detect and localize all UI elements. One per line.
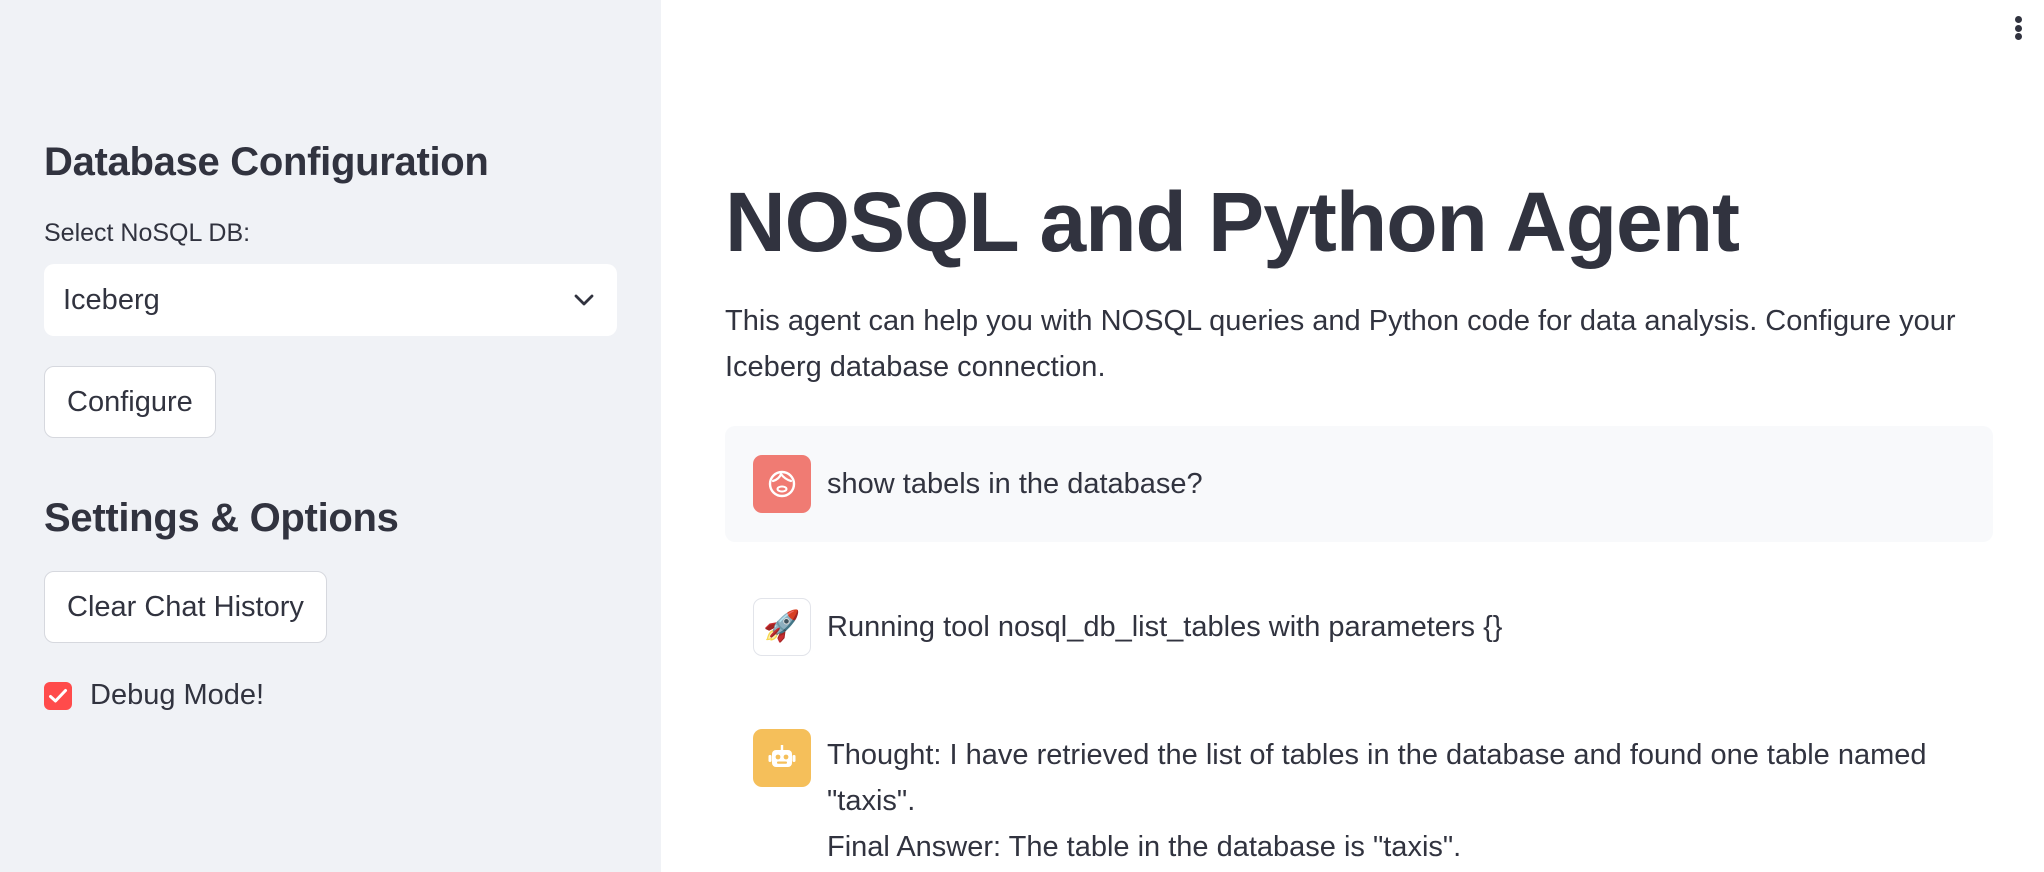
configure-button[interactable]: Configure	[44, 366, 216, 438]
debug-mode-label: Debug Mode!	[90, 679, 265, 711]
chevron-down-icon	[573, 293, 595, 307]
settings-options-heading: Settings & Options	[44, 496, 399, 540]
page-title: NOSQL and Python Agent	[725, 175, 1740, 269]
db-select[interactable]: Iceberg	[44, 264, 617, 336]
intro-text: This agent can help you with NOSQL queri…	[725, 305, 1956, 383]
chat-message-tool: 🚀 Running tool nosql_db_list_tables with…	[725, 572, 1993, 682]
main-content: NOSQL and Python Agent This agent can he…	[661, 0, 2044, 872]
chat-container: show tabels in the database? 🚀 Running t…	[725, 426, 1993, 872]
db-select-value: Iceberg	[63, 283, 160, 316]
chat-message-user: show tabels in the database?	[725, 426, 1993, 542]
more-vertical-icon[interactable]	[2006, 12, 2030, 44]
select-db-label: Select NoSQL DB:	[44, 219, 251, 247]
chat-message-text: Running tool nosql_db_list_tables with p…	[827, 611, 1503, 643]
debug-mode-toggle[interactable]: Debug Mode!	[44, 679, 617, 712]
debug-mode-checkbox[interactable]	[44, 681, 72, 710]
checkmark-icon	[49, 688, 67, 702]
database-configuration-heading: Database Configuration	[44, 140, 489, 184]
rocket-icon: 🚀	[753, 598, 811, 656]
sidebar: Database Configuration Select NoSQL DB: …	[0, 0, 661, 872]
chat-message-text: Thought: I have retrieved the list of ta…	[827, 732, 1965, 870]
robot-icon	[753, 729, 811, 787]
final-answer-line: Final Answer: The table in the database …	[827, 831, 1462, 863]
clear-chat-history-button[interactable]: Clear Chat History	[44, 571, 327, 643]
user-face-icon	[753, 455, 811, 513]
chat-message-assistant: Thought: I have retrieved the list of ta…	[725, 706, 1993, 872]
chat-message-text: show tabels in the database?	[827, 468, 1203, 500]
app-root: Database Configuration Select NoSQL DB: …	[0, 0, 2044, 872]
thought-line: Thought: I have retrieved the list of ta…	[827, 739, 1927, 817]
